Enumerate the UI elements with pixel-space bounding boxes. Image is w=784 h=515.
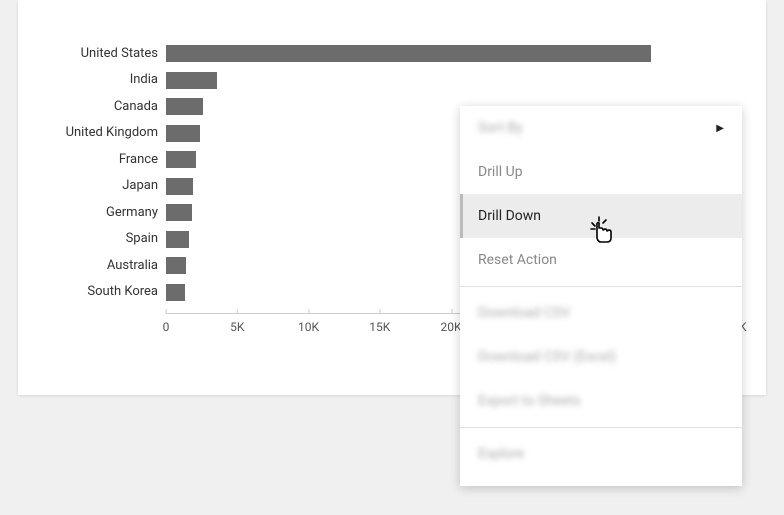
bar[interactable] [166,98,203,115]
menu-item-reset-action[interactable]: Reset Action [460,238,742,282]
bar-label: France [48,152,166,167]
x-tick: 5K [230,314,244,334]
x-tick: 20K [440,314,461,334]
bar[interactable] [166,45,651,62]
bar-label: Japan [48,178,166,193]
menu-divider [460,427,742,428]
menu-item-label: Sort By [478,120,523,136]
chevron-right-icon: ▶ [716,123,724,134]
menu-item-download-csv[interactable]: Download CSV [460,291,742,335]
menu-item-label: Drill Down [478,208,541,224]
menu-item-drill-up[interactable]: Drill Up [460,150,742,194]
menu-item-download-csv-excel-[interactable]: Download CSV (Excel) [460,335,742,379]
bar-track [166,71,736,89]
x-tick: 10K [298,314,319,334]
x-tick: 15K [369,314,390,334]
bar[interactable] [166,257,186,274]
menu-item-label: Export to Sheets [478,393,580,409]
bar[interactable] [166,231,189,248]
menu-item-drill-down[interactable]: Drill Down [460,194,742,238]
bar-label: South Korea [48,284,166,299]
menu-item-label: Drill Up [478,164,523,180]
bar-row[interactable]: United States [48,40,736,67]
bar[interactable] [166,178,193,195]
bar[interactable] [166,125,200,142]
menu-item-label: Reset Action [478,252,557,268]
menu-item-sort-by[interactable]: Sort By ▶ [460,106,742,150]
bar-row[interactable]: India [48,67,736,94]
bar-label: Germany [48,205,166,220]
x-tick: 0 [163,314,170,334]
bar-label: Australia [48,258,166,273]
menu-item-export-to-sheets[interactable]: Export to Sheets [460,379,742,423]
bar[interactable] [166,151,196,168]
bar-track [166,44,736,62]
menu-divider [460,286,742,287]
context-menu[interactable]: Sort By ▶ Drill Up Drill Down Reset Action Do… [460,106,742,486]
bar[interactable] [166,284,185,301]
menu-item-label: Explore [478,446,524,462]
bar-label: Canada [48,99,166,114]
bar[interactable] [166,72,217,89]
bar-label: United Kingdom [48,125,166,140]
menu-item-label: Download CSV (Excel) [478,349,616,365]
bar-label: United States [48,46,166,61]
menu-item-label: Download CSV [478,305,570,321]
menu-item-explore[interactable]: Explore [460,432,742,476]
bar-label: India [48,72,166,87]
bar[interactable] [166,204,192,221]
bar-label: Spain [48,231,166,246]
